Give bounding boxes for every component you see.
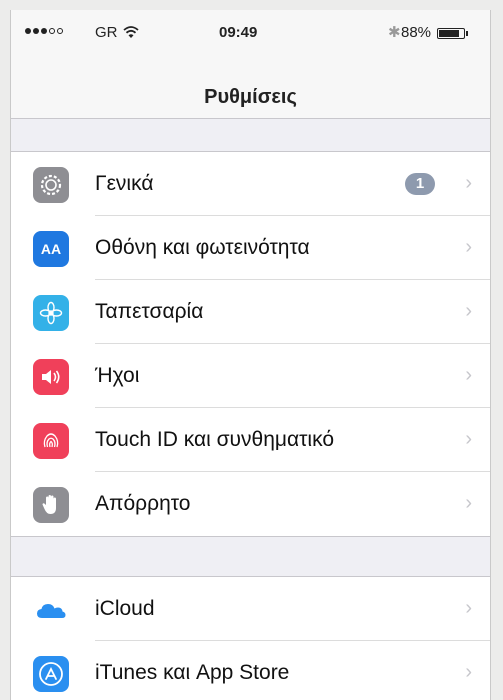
settings-row-label: Touch ID και συνθηματικό	[95, 428, 335, 451]
chevron-right-icon: ›	[465, 597, 472, 619]
notification-badge: 1	[405, 173, 435, 195]
settings-row-label: iTunes και App Store	[95, 661, 290, 684]
hand-icon	[33, 487, 69, 523]
status-bar: GR 09:49 ✱ 88%	[11, 10, 490, 54]
settings-group-2: iCloud › iTunes και App Store ›	[11, 576, 490, 700]
settings-row-icloud[interactable]: iCloud ›	[11, 577, 490, 641]
chevron-right-icon: ›	[465, 172, 472, 194]
settings-row-privacy[interactable]: Απόρρητο ›	[11, 472, 490, 536]
settings-row-label: iCloud	[95, 597, 155, 620]
chevron-right-icon: ›	[465, 236, 472, 258]
settings-row-display-brightness[interactable]: AA Οθόνη και φωτεινότητα ›	[11, 216, 490, 280]
settings-row-label: Γενικά	[95, 172, 154, 195]
carrier-name: GR	[95, 24, 118, 41]
chevron-right-icon: ›	[465, 364, 472, 386]
settings-row-sounds[interactable]: Ήχοι ›	[11, 344, 490, 408]
settings-row-label: Απόρρητο	[95, 492, 191, 515]
settings-row-itunes-app-store[interactable]: iTunes και App Store ›	[11, 641, 490, 700]
chevron-right-icon: ›	[465, 492, 472, 514]
chevron-right-icon: ›	[465, 300, 472, 322]
chevron-right-icon: ›	[465, 661, 472, 683]
bluetooth-icon: ✱	[388, 24, 401, 41]
battery-percentage: 88%	[401, 24, 432, 41]
settings-row-label: Ταπετσαρία	[95, 300, 204, 323]
settings-row-touch-id[interactable]: Touch ID και συνθηματικό ›	[11, 408, 490, 472]
settings-row-label: Ήχοι	[95, 364, 140, 387]
signal-strength-icon	[25, 28, 63, 34]
settings-row-wallpaper[interactable]: Ταπετσαρία ›	[11, 280, 490, 344]
app-store-icon	[33, 656, 69, 692]
fingerprint-icon	[33, 423, 69, 459]
wifi-icon	[123, 26, 139, 38]
chevron-right-icon: ›	[465, 428, 472, 450]
battery-icon	[437, 28, 468, 39]
flower-icon	[33, 295, 69, 331]
gear-icon	[33, 167, 69, 203]
status-time: 09:49	[219, 24, 258, 41]
text-size-icon: AA	[33, 231, 69, 267]
navigation-bar: Ρυθμίσεις	[11, 54, 490, 119]
settings-row-general[interactable]: Γενικά 1 ›	[11, 152, 490, 216]
speaker-icon	[33, 359, 69, 395]
page-frame: GR 09:49 ✱ 88% Ρυθμίσεις Γενικά 1 › AA Ο…	[0, 0, 503, 700]
cloud-icon	[33, 592, 69, 628]
settings-row-label: Οθόνη και φωτεινότητα	[95, 236, 310, 259]
settings-group-1: Γενικά 1 › AA Οθόνη και φωτεινότητα › Τα…	[11, 151, 490, 537]
phone-screen: GR 09:49 ✱ 88% Ρυθμίσεις Γενικά 1 › AA Ο…	[10, 10, 491, 700]
page-title: Ρυθμίσεις	[204, 86, 297, 108]
